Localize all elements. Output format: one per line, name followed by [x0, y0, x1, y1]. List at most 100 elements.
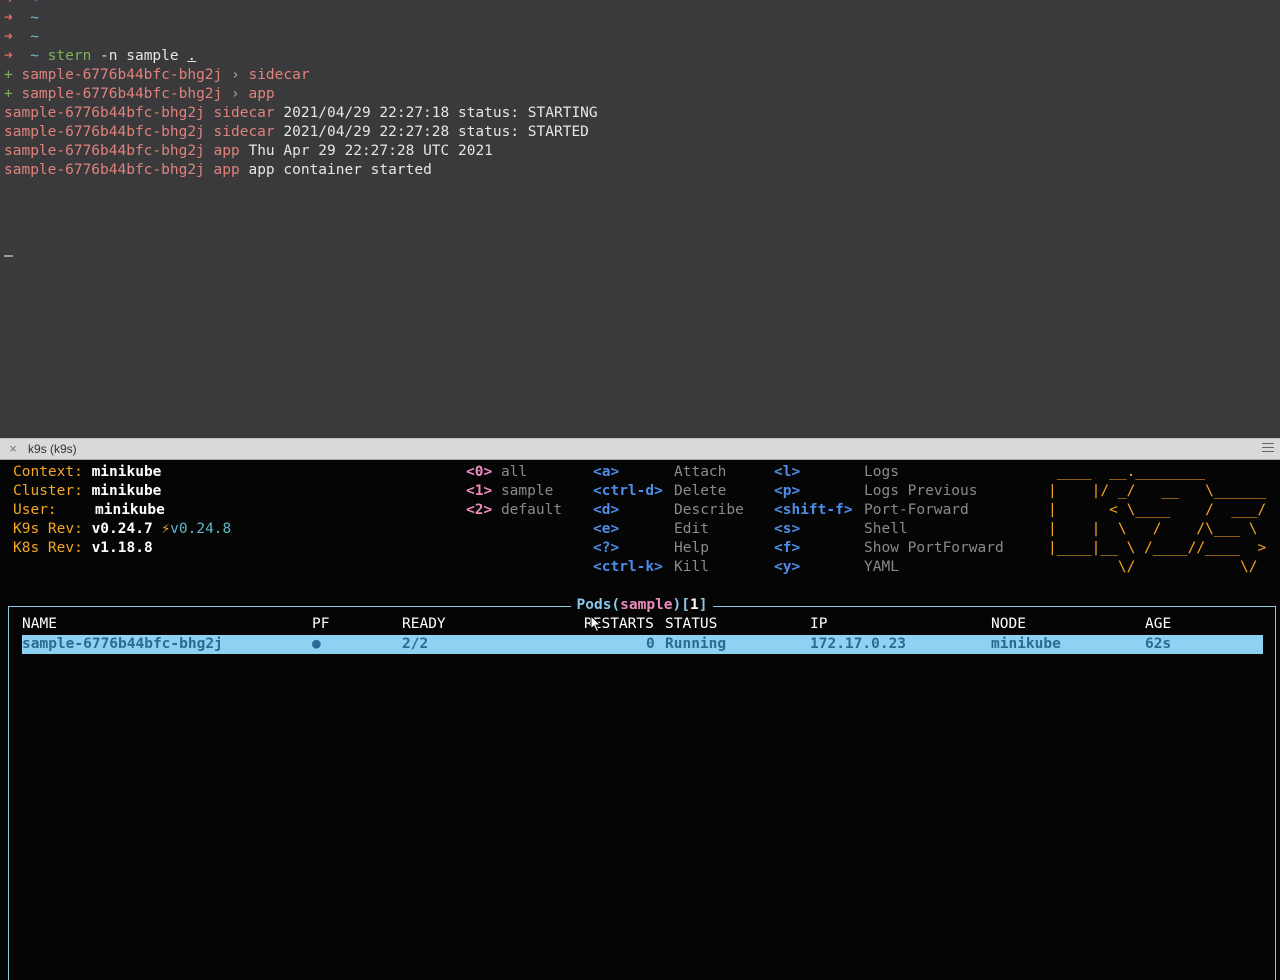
shortcut-key: <f> — [774, 540, 801, 556]
pods-title: Pods(sample)[1] — [9, 596, 1275, 615]
shortcut-logs[interactable]: <l> Logs — [774, 463, 899, 482]
pane-tab-bar: × k9s (k9s) — [0, 438, 1280, 460]
shortcut-shell[interactable]: <s> Shell — [774, 520, 908, 539]
column-header-status[interactable]: STATUS — [665, 615, 717, 634]
shortcut-desc: Shell — [864, 521, 908, 537]
namespace-name: sample — [500, 483, 554, 499]
container-name: app — [213, 162, 240, 178]
prompt-line: ➜ ~ — [4, 9, 39, 28]
shortcut-desc: Logs — [864, 464, 899, 480]
prompt-dir: ~ — [30, 48, 39, 64]
cell-ip: 172.17.0.23 — [810, 636, 907, 652]
shortcut-key: <ctrl-d> — [593, 483, 663, 499]
namespace-shortcut[interactable]: <1> sample — [466, 482, 553, 501]
mouse-pointer-icon — [590, 615, 602, 633]
logo-line: | | \ / /\___ \ — [1048, 521, 1267, 537]
prompt-arrow-icon: ➜ — [4, 48, 13, 64]
namespace-name: all — [500, 464, 528, 480]
shortcut-delete[interactable]: <ctrl-d> Delete — [593, 482, 726, 501]
log-line: sample-6776b44bfc-bhg2j sidecar 2021/04/… — [4, 123, 589, 142]
separator: › — [222, 86, 249, 102]
info-label: Context: — [13, 464, 83, 480]
shortcut-logs-previous[interactable]: <p> Logs Previous — [774, 482, 978, 501]
lightning-icon: ⚡ — [161, 521, 171, 537]
pod-name: sample-6776b44bfc-bhg2j — [21, 67, 223, 83]
close-icon[interactable]: × — [6, 442, 20, 456]
terminal-cursor — [4, 255, 13, 257]
shortcut-yaml[interactable]: <y> YAML — [774, 558, 899, 577]
shortcut-desc: Attach — [674, 464, 727, 480]
namespace-name: default — [500, 502, 563, 518]
shortcut-key: <?> — [593, 540, 620, 556]
info-context: Context: minikube — [13, 463, 161, 482]
column-header-ready[interactable]: READY — [402, 615, 446, 634]
shortcut-key: <ctrl-k> — [593, 559, 663, 575]
shortcut-describe[interactable]: <d> Describe — [593, 501, 744, 520]
logo-line: |____|__ \ /____//____ > — [1048, 540, 1267, 556]
prompt-dir: ~ — [30, 0, 39, 8]
info-k8s-rev: K8s Rev: v1.18.8 — [13, 539, 153, 558]
namespace-shortcut[interactable]: <2> default — [466, 501, 562, 520]
cell-pf: ● — [312, 636, 321, 652]
pod-name: sample-6776b44bfc-bhg2j — [4, 143, 205, 159]
shortcut-edit[interactable]: <e> Edit — [593, 520, 709, 539]
shortcut-desc: Help — [674, 540, 709, 556]
prompt-arrow-icon: ➜ — [4, 29, 13, 45]
k9s-pane[interactable]: Context: minikube Cluster: minikube User… — [0, 460, 1280, 980]
shortcut-desc: YAML — [864, 559, 899, 575]
shortcut-help[interactable]: <?> Help — [593, 539, 709, 558]
column-header-name[interactable]: NAME — [22, 615, 57, 634]
namespace-filter: sample — [620, 597, 673, 613]
cell-ready: 2/2 — [402, 636, 429, 652]
shortcut-show-portforward[interactable]: <f> Show PortForward — [774, 539, 1004, 558]
shortcut-port-forward[interactable]: <shift-f> Port-Forward — [774, 501, 969, 520]
column-header-pf[interactable]: PF — [312, 615, 329, 634]
shortcut-key: <1> — [466, 483, 493, 499]
shortcut-key: <a> — [593, 464, 620, 480]
pods-table[interactable]: Pods(sample)[1] NAME PF READY RESTARTS S… — [8, 597, 1276, 980]
stern-terminal-pane[interactable]: ➜ ~ ➜ ~ ➜ ~ ➜ ~ stern -n sample . + samp… — [0, 0, 1280, 438]
log-line: sample-6776b44bfc-bhg2j app app containe… — [4, 161, 432, 180]
shortcut-key: <shift-f> — [774, 502, 853, 518]
shortcut-key: <2> — [466, 502, 493, 518]
log-line: sample-6776b44bfc-bhg2j app Thu Apr 29 2… — [4, 142, 493, 161]
pod-count: 1 — [690, 597, 699, 613]
prompt-arrow-icon: ➜ — [4, 0, 13, 8]
pod-name: sample-6776b44bfc-bhg2j — [21, 86, 223, 102]
shortcut-desc: Delete — [674, 483, 727, 499]
logo-line: ____ __.________ — [1048, 464, 1267, 480]
column-header-ip[interactable]: IP — [810, 615, 827, 634]
command-cursor: . — [187, 48, 197, 64]
prompt-dir: ~ — [30, 10, 39, 26]
hamburger-menu-icon[interactable] — [1262, 443, 1274, 453]
pod-name: sample-6776b44bfc-bhg2j — [4, 162, 205, 178]
container-name: app — [213, 143, 240, 159]
column-header-age[interactable]: AGE — [1145, 615, 1171, 634]
command-line: ➜ ~ stern -n sample . — [4, 47, 196, 66]
command-program: stern — [47, 48, 92, 64]
shortcut-attach[interactable]: <a> Attach — [593, 463, 726, 482]
logo-line: | < \____ / ___/ — [1048, 502, 1267, 518]
pane-tab-title[interactable]: k9s (k9s) — [28, 442, 77, 457]
log-message: 2021/04/29 22:27:28 status: STARTED — [283, 124, 589, 140]
logo-line: | |/ _/ __ \______ — [1048, 483, 1267, 499]
shortcut-key: <s> — [774, 521, 801, 537]
shortcut-desc: Show PortForward — [864, 540, 1004, 556]
cell-restarts: 0 — [646, 636, 655, 652]
info-value: minikube — [91, 483, 162, 499]
info-user: User: minikube — [13, 501, 165, 520]
namespace-shortcut[interactable]: <0> all — [466, 463, 527, 482]
info-cluster: Cluster: minikube — [13, 482, 161, 501]
info-value: v1.18.8 — [91, 540, 153, 556]
plus-icon: + — [4, 67, 13, 83]
prompt-line: ➜ ~ — [4, 28, 39, 47]
shortcut-desc: Port-Forward — [864, 502, 969, 518]
shortcut-kill[interactable]: <ctrl-k> Kill — [593, 558, 709, 577]
column-header-node[interactable]: NODE — [991, 615, 1026, 634]
log-message: app container started — [248, 162, 432, 178]
shortcut-desc: Kill — [674, 559, 709, 575]
log-line: sample-6776b44bfc-bhg2j sidecar 2021/04/… — [4, 104, 598, 123]
info-value: v0.24.7 — [91, 521, 153, 537]
info-label: K8s Rev: — [13, 540, 83, 556]
prompt-arrow-icon: ➜ — [4, 10, 13, 26]
